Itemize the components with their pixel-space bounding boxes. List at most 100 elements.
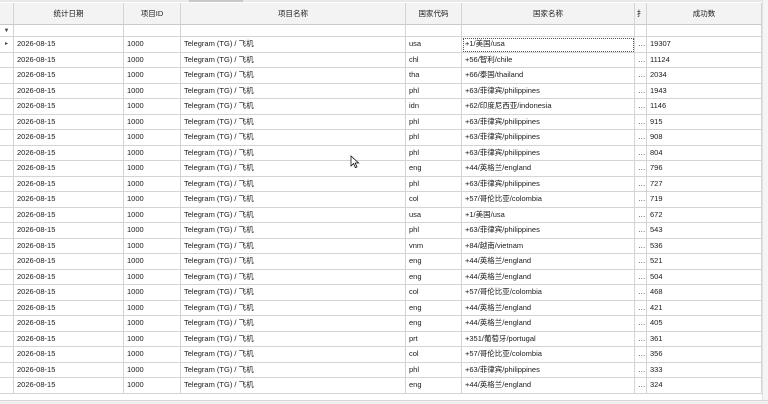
vertical-scrollbar[interactable] [762,0,768,404]
row-indicator[interactable] [0,192,14,208]
cell-project-id[interactable]: 1000 [124,99,181,115]
cell-project-id[interactable]: 1000 [124,130,181,146]
table-row[interactable]: 2026-08-15 1000 Telegram (TG) / 飞机 chl +56/智… [0,52,768,68]
cell-country-name[interactable]: +44/英格兰/england [462,254,635,270]
row-indicator[interactable] [0,331,14,347]
table-row[interactable]: 2026-08-15 1000 Telegram (TG) / 飞机 col +57/哥… [0,285,768,301]
cell-country-code[interactable]: phl [406,223,462,239]
row-indicator[interactable] [0,145,14,161]
cell-success-count[interactable]: 11124 [647,52,762,68]
cell-date[interactable]: 2026-08-15 [14,238,124,254]
row-indicator[interactable] [0,254,14,270]
cell-project-id[interactable]: 1000 [124,362,181,378]
table-row[interactable]: 2026-08-15 1000 Telegram (TG) / 飞机 eng +44/英… [0,300,768,316]
cell-extra[interactable]: … [635,161,647,177]
cell-country-code[interactable]: eng [406,378,462,394]
row-indicator[interactable] [0,176,14,192]
cell-country-name[interactable]: +57/哥伦比亚/colombia [462,192,635,208]
filter-cell[interactable] [406,25,462,37]
cell-extra[interactable]: … [635,316,647,332]
cell-date[interactable]: 2026-08-15 [14,114,124,130]
table-row[interactable]: 2026-08-15 1000 Telegram (TG) / 飞机 col +57/哥… [0,347,768,363]
cell-project-id[interactable]: 1000 [124,347,181,363]
cell-country-name[interactable]: +1/美国/usa [462,207,635,223]
cell-country-name[interactable]: +57/哥伦比亚/colombia [462,347,635,363]
table-row[interactable]: 2026-08-15 1000 Telegram (TG) / 飞机 prt +351/… [0,331,768,347]
cell-date[interactable]: 2026-08-15 [14,130,124,146]
cell-project-name[interactable]: Telegram (TG) / 飞机 [181,99,406,115]
col-header-country-code[interactable]: 国家代码 [406,3,462,25]
cell-success-count[interactable]: 361 [647,331,762,347]
cell-country-code[interactable]: prt [406,331,462,347]
table-row[interactable]: 2026-08-15 1000 Telegram (TG) / 飞机 usa +1/美国… [0,207,768,223]
cell-country-name[interactable]: +44/英格兰/england [462,269,635,285]
cell-country-name[interactable]: +63/菲律宾/philippines [462,130,635,146]
row-indicator[interactable] [0,347,14,363]
col-header-success-count[interactable]: 成功数 [647,3,762,25]
cell-extra[interactable]: … [635,285,647,301]
cell-project-name[interactable]: Telegram (TG) / 飞机 [181,130,406,146]
table-row[interactable]: 2026-08-15 1000 Telegram (TG) / 飞机 phl +63/菲… [0,176,768,192]
cell-country-code[interactable]: col [406,192,462,208]
filter-cell[interactable] [181,25,406,37]
cell-success-count[interactable]: 356 [647,347,762,363]
cell-project-name[interactable]: Telegram (TG) / 飞机 [181,192,406,208]
row-indicator[interactable] [0,114,14,130]
cell-date[interactable]: 2026-08-15 [14,254,124,270]
cell-success-count[interactable]: 908 [647,130,762,146]
cell-country-name[interactable]: +62/印度尼西亚/indonesia [462,99,635,115]
cell-country-code[interactable]: eng [406,254,462,270]
cell-success-count[interactable]: 421 [647,300,762,316]
cell-extra[interactable]: … [635,52,647,68]
cell-extra[interactable]: … [635,362,647,378]
cell-country-code[interactable]: col [406,347,462,363]
cell-country-code[interactable]: phl [406,145,462,161]
cell-country-name[interactable]: +57/哥伦比亚/colombia [462,285,635,301]
table-row[interactable]: ▸ 2026-08-15 1000 Telegram (TG) / 飞机 usa +1/美… [0,37,768,53]
cell-country-name[interactable]: +63/菲律宾/philippines [462,362,635,378]
cell-project-name[interactable]: Telegram (TG) / 飞机 [181,378,406,394]
cell-country-name[interactable]: +44/英格兰/england [462,300,635,316]
cell-date[interactable]: 2026-08-15 [14,99,124,115]
cell-country-name[interactable]: +56/智利/chile [462,52,635,68]
cell-project-id[interactable]: 1000 [124,83,181,99]
cell-extra[interactable]: … [635,223,647,239]
row-indicator[interactable] [0,130,14,146]
cell-project-id[interactable]: 1000 [124,161,181,177]
cell-extra[interactable]: … [635,130,647,146]
table-row[interactable]: 2026-08-15 1000 Telegram (TG) / 飞机 phl +63/菲… [0,130,768,146]
table-row[interactable]: 2026-08-15 1000 Telegram (TG) / 飞机 col +57/哥… [0,192,768,208]
cell-project-id[interactable]: 1000 [124,37,181,53]
cell-success-count[interactable]: 405 [647,316,762,332]
cell-date[interactable]: 2026-08-15 [14,83,124,99]
cell-date[interactable]: 2026-08-15 [14,362,124,378]
cell-extra[interactable]: … [635,378,647,394]
row-indicator[interactable] [0,52,14,68]
row-indicator[interactable] [0,300,14,316]
cell-project-id[interactable]: 1000 [124,52,181,68]
cell-date[interactable]: 2026-08-15 [14,145,124,161]
row-indicator[interactable] [0,362,14,378]
cell-country-code[interactable]: usa [406,37,462,53]
cell-country-code[interactable]: phl [406,176,462,192]
cell-project-id[interactable]: 1000 [124,192,181,208]
cell-project-id[interactable]: 1000 [124,378,181,394]
cell-country-code[interactable]: eng [406,269,462,285]
cell-project-id[interactable]: 1000 [124,176,181,192]
cell-country-code[interactable]: eng [406,300,462,316]
cell-country-code[interactable]: vnm [406,238,462,254]
cell-success-count[interactable]: 521 [647,254,762,270]
table-row[interactable]: 2026-08-15 1000 Telegram (TG) / 飞机 phl +63/菲… [0,114,768,130]
filter-cell[interactable] [647,25,762,37]
table-row[interactable]: 2026-08-15 1000 Telegram (TG) / 飞机 phl +63/菲… [0,223,768,239]
cell-country-name[interactable]: +63/菲律宾/philippines [462,223,635,239]
cell-country-code[interactable]: phl [406,114,462,130]
cell-country-name[interactable]: +44/英格兰/england [462,316,635,332]
cell-extra[interactable]: … [635,347,647,363]
cell-success-count[interactable]: 468 [647,285,762,301]
cell-success-count[interactable]: 324 [647,378,762,394]
row-indicator[interactable] [0,269,14,285]
cell-country-code[interactable]: phl [406,362,462,378]
table-row[interactable]: 2026-08-15 1000 Telegram (TG) / 飞机 eng +44/英… [0,161,768,177]
cell-extra[interactable]: … [635,207,647,223]
